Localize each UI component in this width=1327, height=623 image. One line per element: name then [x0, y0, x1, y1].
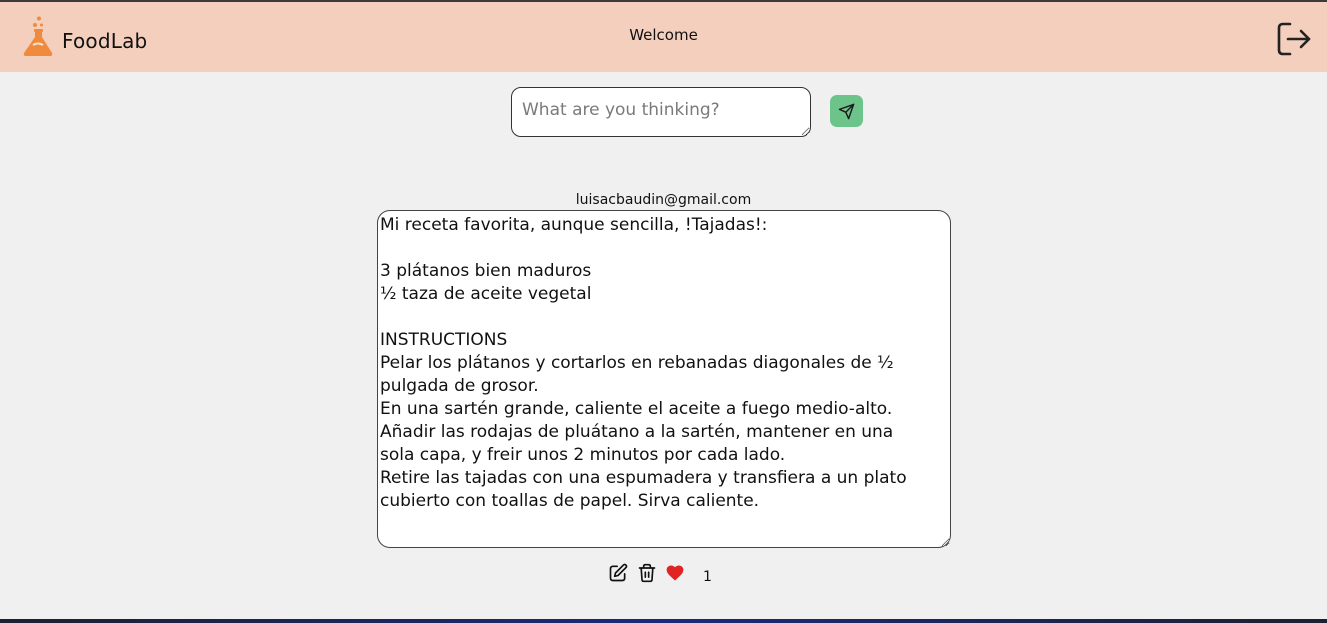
- post-composer-input[interactable]: [511, 87, 811, 137]
- bottom-border: [0, 619, 1327, 623]
- logout-icon[interactable]: [1276, 21, 1312, 57]
- post-content[interactable]: [377, 210, 951, 548]
- send-icon: [838, 103, 855, 120]
- like-count: 1: [703, 569, 712, 585]
- post-author-email: luisacbaudin@gmail.com: [575, 192, 752, 208]
- trash-icon[interactable]: [637, 563, 657, 583]
- edit-icon[interactable]: [608, 563, 628, 583]
- welcome-text: Welcome: [629, 26, 698, 44]
- send-button[interactable]: [830, 95, 863, 127]
- heart-icon[interactable]: [665, 563, 685, 583]
- app-header: FoodLab Welcome: [0, 2, 1327, 72]
